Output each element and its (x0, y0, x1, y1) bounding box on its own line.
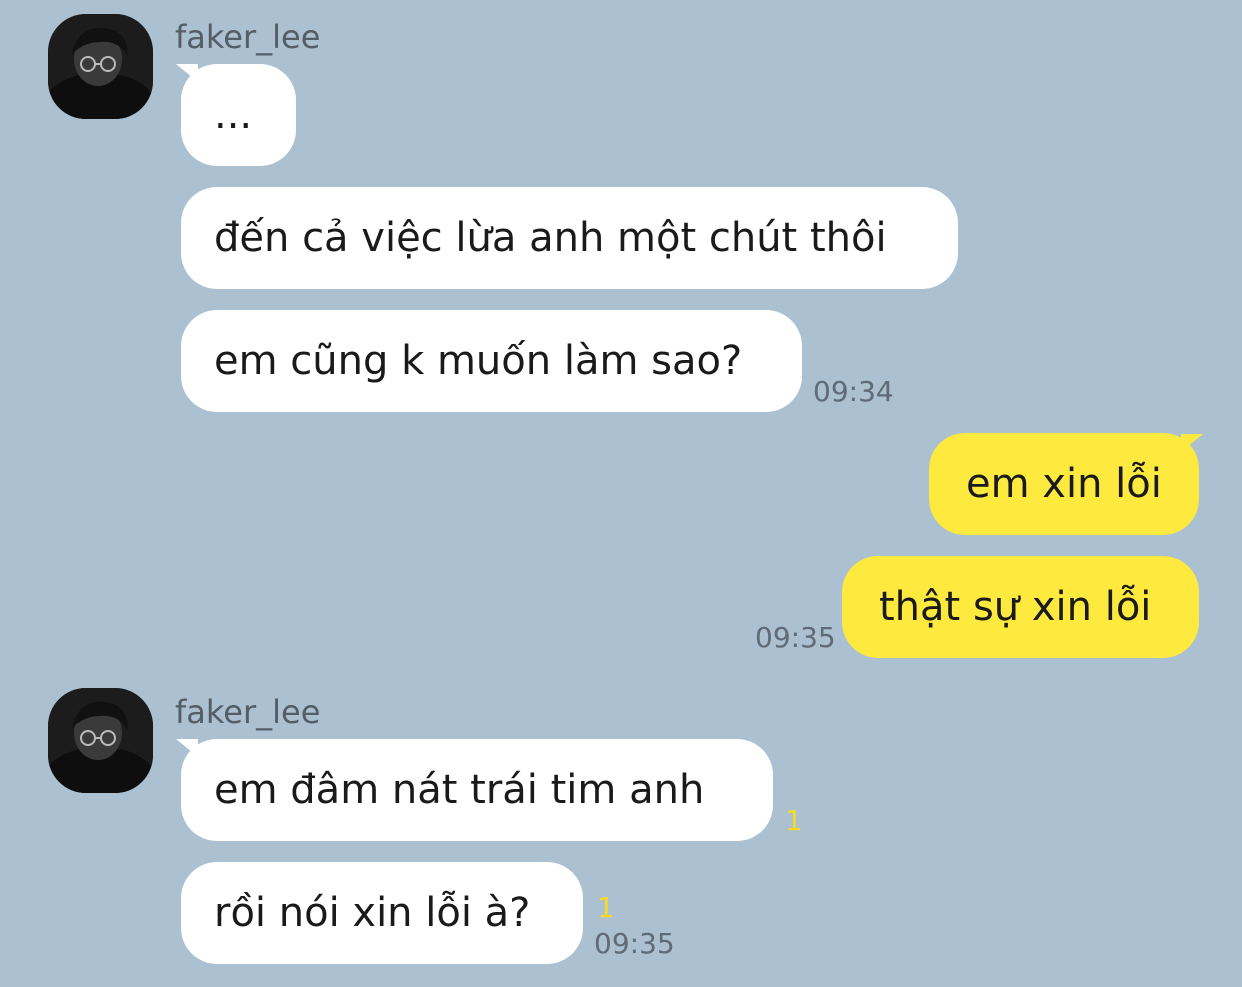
message-bubble[interactable]: em xin lỗi (929, 433, 1199, 535)
message-bubble[interactable]: ... (181, 64, 296, 166)
unread-count: 1 (597, 891, 615, 924)
avatar[interactable] (48, 14, 153, 119)
message-bubble[interactable]: em đâm nát trái tim anh (181, 739, 773, 841)
message-timestamp: 09:34 (813, 375, 894, 408)
sender-name: faker_lee (175, 18, 321, 56)
message-bubble[interactable]: đến cả việc lừa anh một chút thôi (181, 187, 958, 289)
message-bubble[interactable]: thật sự xin lỗi (842, 556, 1199, 658)
message-bubble[interactable]: rồi nói xin lỗi à? (181, 862, 583, 964)
unread-count: 1 (785, 804, 803, 837)
avatar[interactable] (48, 688, 153, 793)
sender-name: faker_lee (175, 693, 321, 731)
message-timestamp: 09:35 (755, 621, 836, 654)
message-bubble[interactable]: em cũng k muốn làm sao? (181, 310, 802, 412)
message-timestamp: 09:35 (594, 927, 675, 960)
